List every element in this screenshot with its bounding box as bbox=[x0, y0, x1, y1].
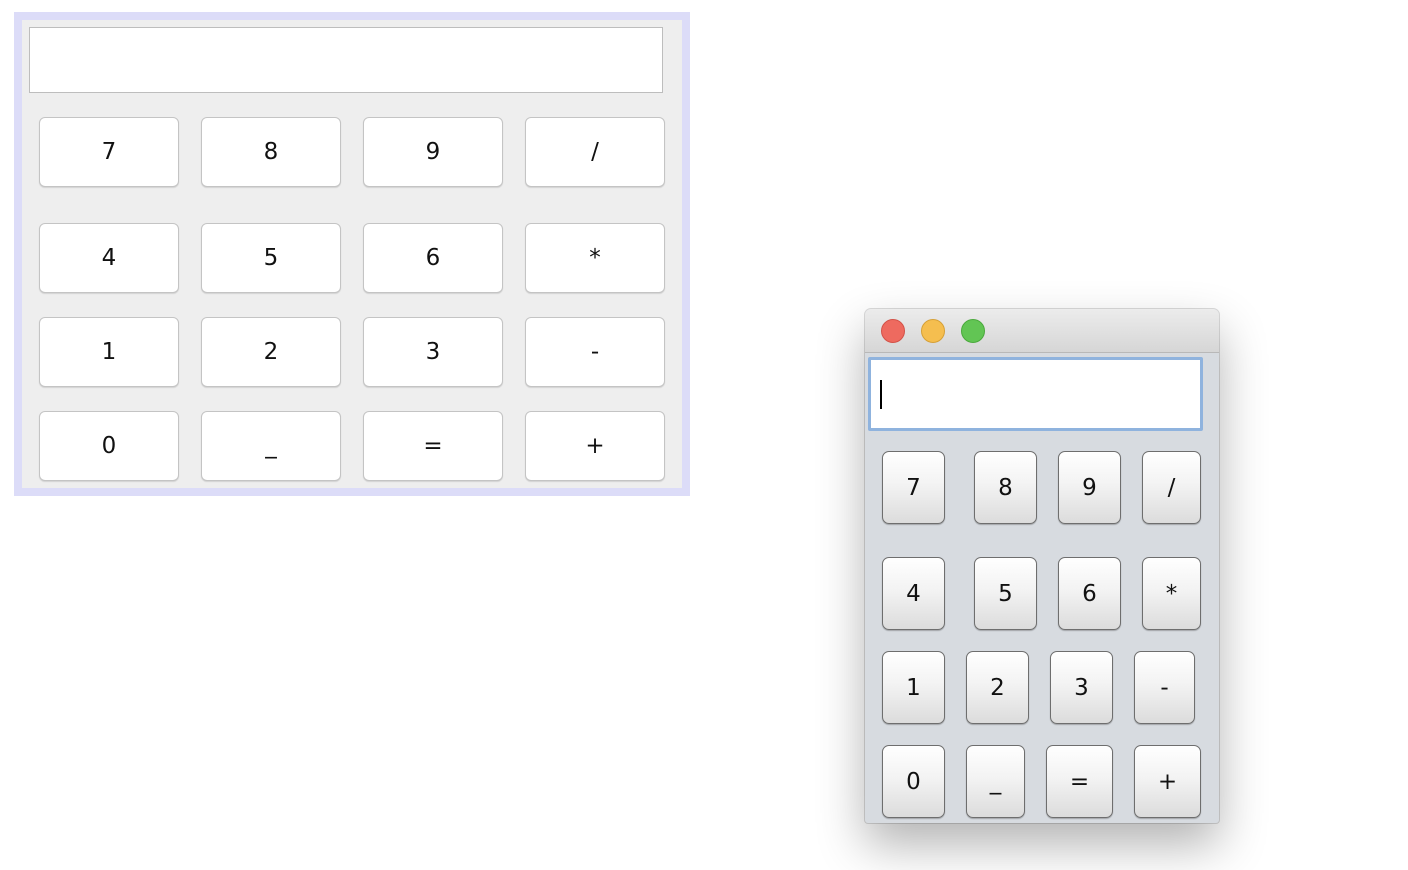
calculator-window: 7 8 9 / 4 5 6 * 1 2 3 - 0 _ = + bbox=[865, 309, 1219, 823]
key-divide[interactable]: / bbox=[1142, 451, 1201, 524]
minimize-icon[interactable] bbox=[921, 319, 945, 343]
designer-key-2[interactable]: 2 bbox=[201, 317, 341, 387]
key-7[interactable]: 7 bbox=[882, 451, 945, 524]
key-multiply[interactable]: * bbox=[1142, 557, 1201, 630]
key-1[interactable]: 1 bbox=[882, 651, 945, 724]
designer-key-underscore[interactable]: _ bbox=[201, 411, 341, 481]
key-8[interactable]: 8 bbox=[974, 451, 1037, 524]
key-6[interactable]: 6 bbox=[1058, 557, 1121, 630]
designer-key-divide[interactable]: / bbox=[525, 117, 665, 187]
key-4[interactable]: 4 bbox=[882, 557, 945, 630]
maximize-icon[interactable] bbox=[961, 319, 985, 343]
text-caret bbox=[880, 380, 882, 409]
key-2[interactable]: 2 bbox=[966, 651, 1029, 724]
calculator-display-field[interactable] bbox=[868, 357, 1203, 431]
close-icon[interactable] bbox=[881, 319, 905, 343]
key-3[interactable]: 3 bbox=[1050, 651, 1113, 724]
designer-key-3[interactable]: 3 bbox=[363, 317, 503, 387]
designer-key-6[interactable]: 6 bbox=[363, 223, 503, 293]
designer-key-1[interactable]: 1 bbox=[39, 317, 179, 387]
key-0[interactable]: 0 bbox=[882, 745, 945, 818]
designer-key-0[interactable]: 0 bbox=[39, 411, 179, 481]
designer-key-4[interactable]: 4 bbox=[39, 223, 179, 293]
designer-key-multiply[interactable]: * bbox=[525, 223, 665, 293]
designer-key-minus[interactable]: - bbox=[525, 317, 665, 387]
designer-key-8[interactable]: 8 bbox=[201, 117, 341, 187]
designer-key-7[interactable]: 7 bbox=[39, 117, 179, 187]
designer-display-field[interactable] bbox=[29, 27, 663, 93]
key-underscore[interactable]: _ bbox=[966, 745, 1025, 818]
designer-key-5[interactable]: 5 bbox=[201, 223, 341, 293]
designer-preview: 7 8 9 / 4 5 6 * 1 2 3 - 0 _ = + bbox=[14, 12, 690, 496]
key-5[interactable]: 5 bbox=[974, 557, 1037, 630]
designer-key-9[interactable]: 9 bbox=[363, 117, 503, 187]
key-minus[interactable]: - bbox=[1134, 651, 1195, 724]
designer-key-plus[interactable]: + bbox=[525, 411, 665, 481]
key-equals[interactable]: = bbox=[1046, 745, 1113, 818]
designer-panel: 7 8 9 / 4 5 6 * 1 2 3 - 0 _ = + bbox=[22, 20, 682, 488]
designer-key-equals[interactable]: = bbox=[363, 411, 503, 481]
key-plus[interactable]: + bbox=[1134, 745, 1201, 818]
key-9[interactable]: 9 bbox=[1058, 451, 1121, 524]
window-titlebar[interactable] bbox=[865, 309, 1219, 353]
